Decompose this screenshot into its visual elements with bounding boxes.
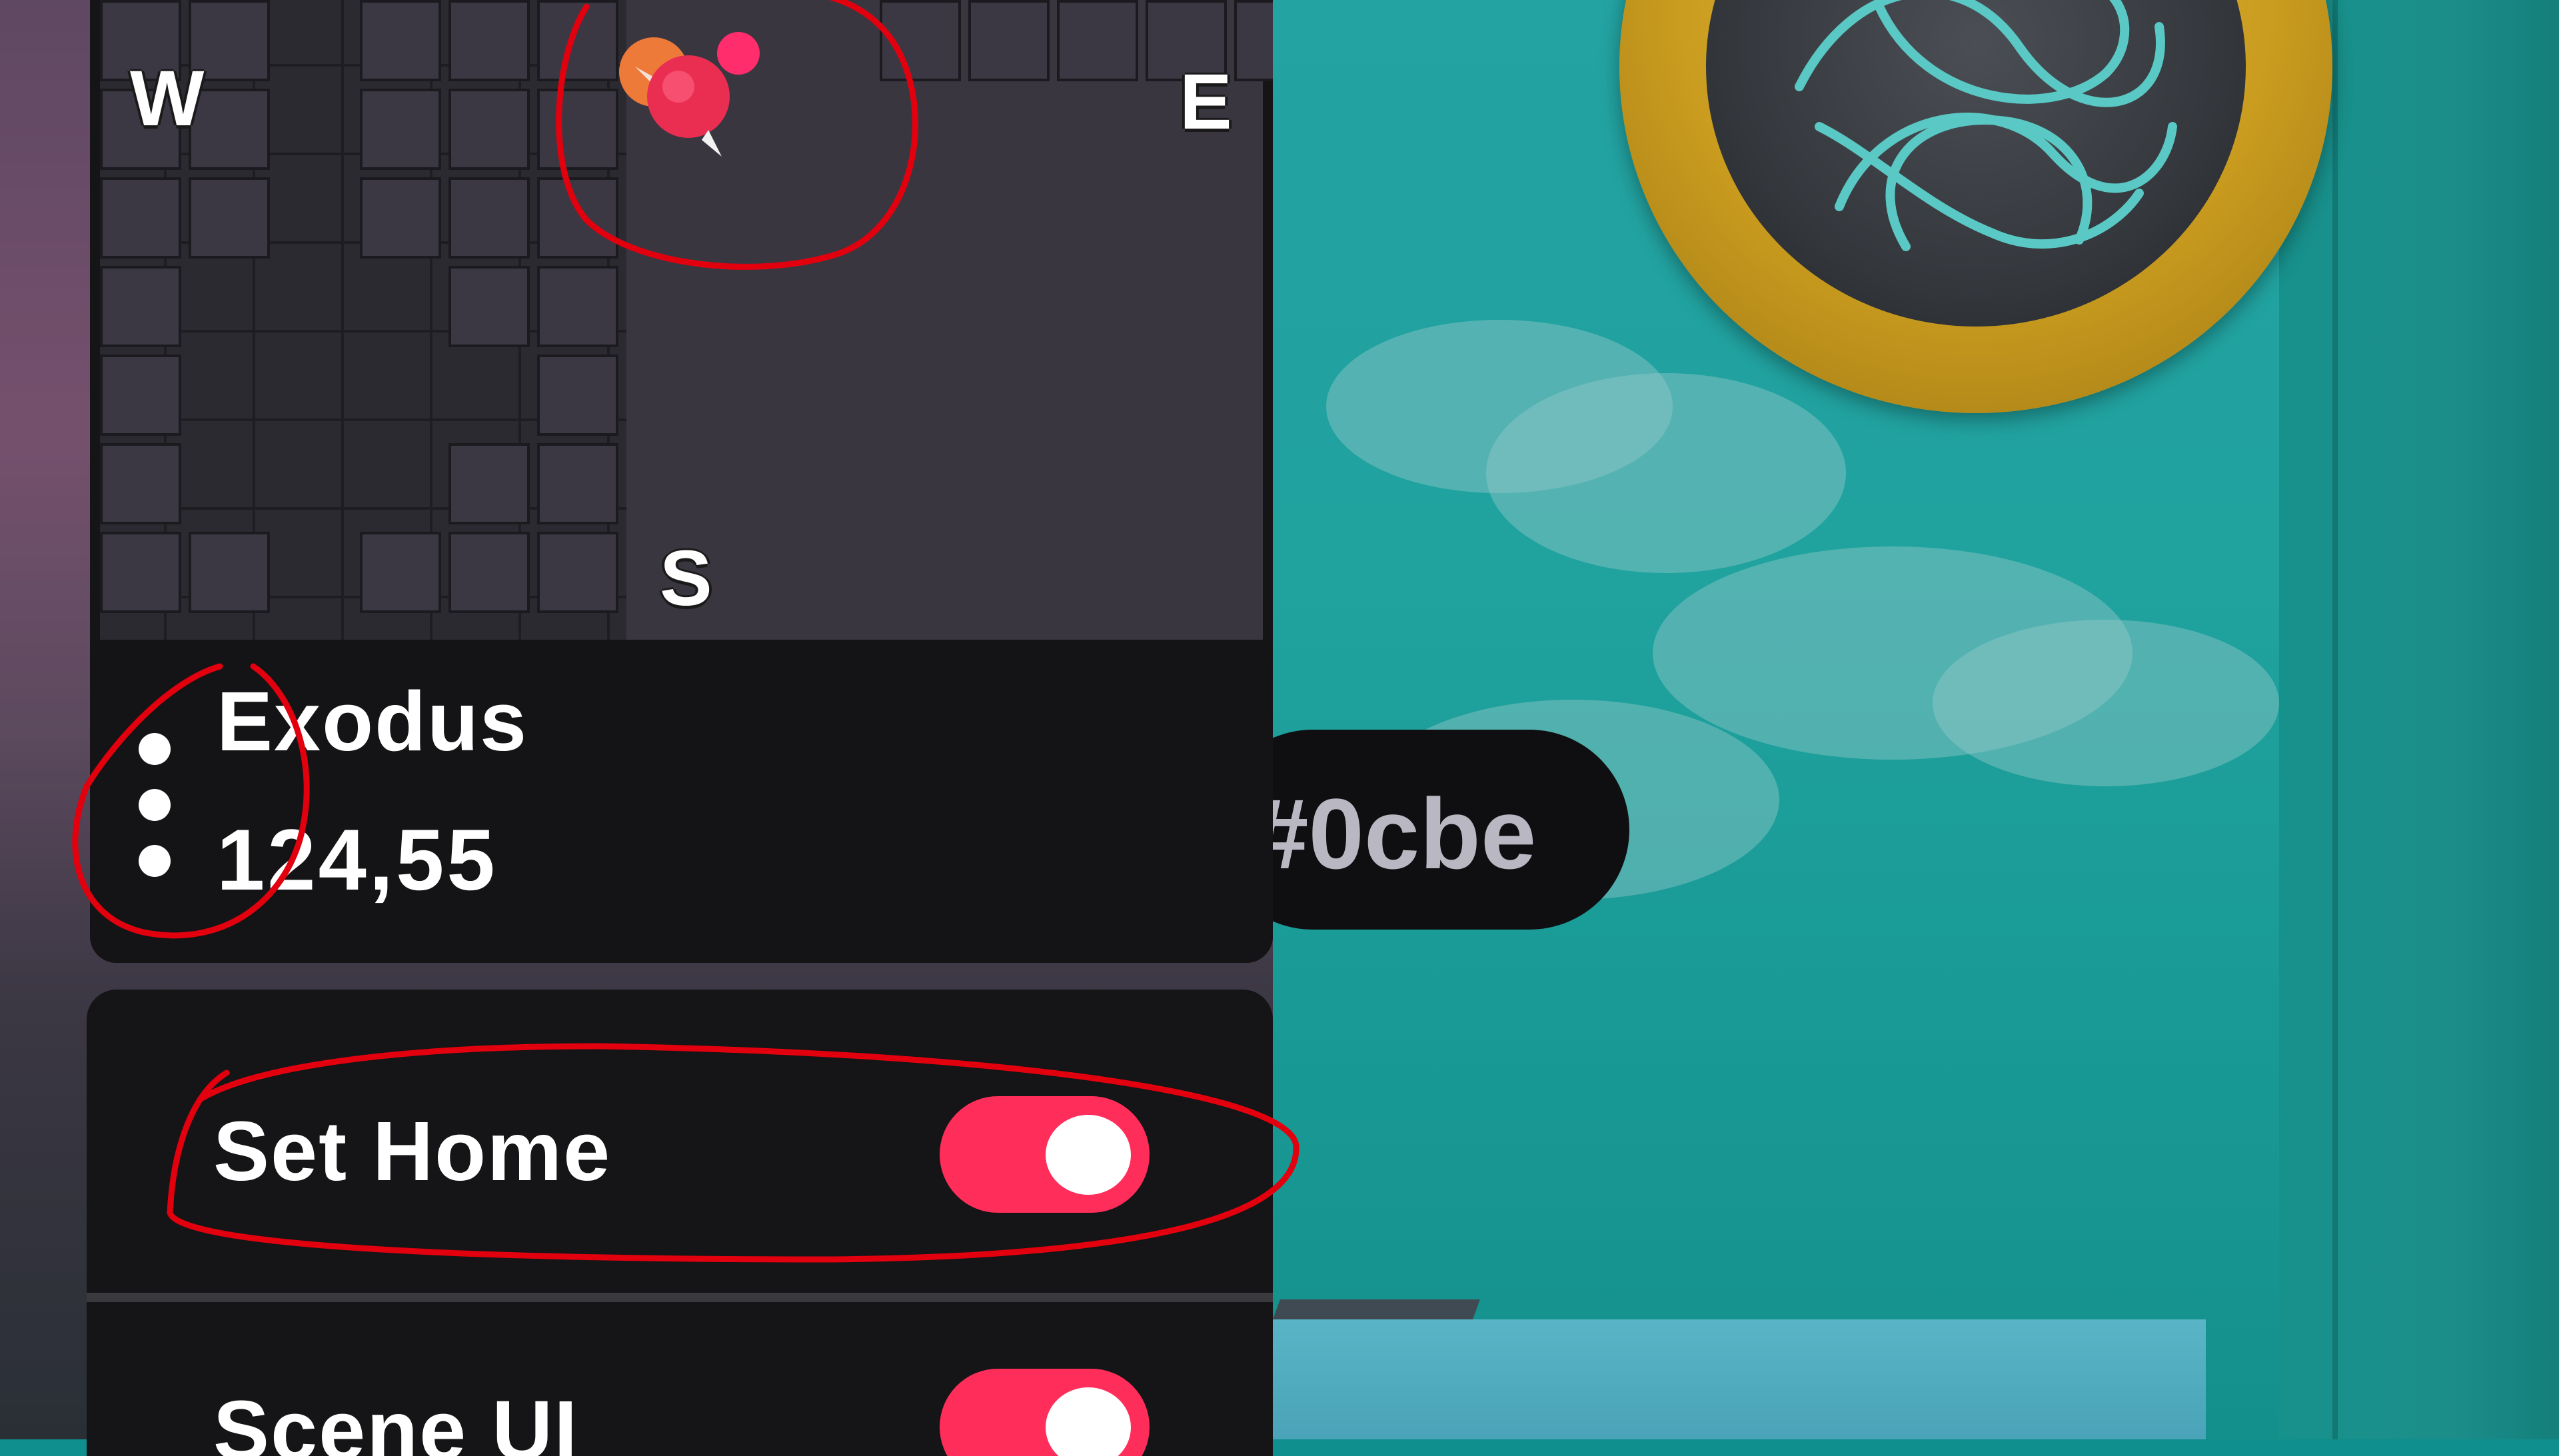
map-parcel [448,0,530,81]
settings-divider [87,1293,1273,1302]
setting-row-scene-ui[interactable]: Scene UI [87,1302,1273,1456]
map-parcel [100,532,181,613]
celtic-knot-icon [1795,0,2177,251]
more-vertical-icon[interactable] [133,733,173,880]
map-parcel [1234,0,1273,81]
setting-row-set-home[interactable]: Set Home [87,990,1273,1293]
map-parcel [189,177,270,259]
map-parcel [100,177,181,259]
map-parcel [537,355,618,436]
compass-west-label: W [130,55,205,143]
set-home-toggle[interactable] [940,1096,1150,1213]
toggle-knob [1046,1387,1131,1456]
settings-panel: Set Home Scene UI [87,990,1273,1456]
setting-label: Scene UI [213,1383,579,1456]
stone-pillar [2279,0,2559,1439]
toggle-knob [1046,1115,1131,1195]
map-parcel [880,0,961,81]
map-parcel [100,355,181,436]
map-parcel [537,266,618,347]
cloud [1933,620,2279,786]
map-parcel [448,89,530,170]
compass-south-label: S [660,534,712,622]
ground-water [1273,1319,2206,1439]
medallion-face [1706,0,2246,327]
location-name: Exodus [217,674,528,768]
player-location-icon [619,32,760,157]
map-parcel [360,177,441,259]
map-parcel [189,532,270,613]
stone-pillar-edge [2332,0,2338,1439]
address-pill: #0cbe [1213,730,1629,930]
map-parcel [100,266,181,347]
minimap-view[interactable]: W E S [100,0,1273,640]
address-pill-text: #0cbe [1253,778,1537,890]
map-parcel [537,89,618,170]
map-parcel [100,443,181,524]
compass-east-label: E [1180,58,1232,146]
map-parcel [360,532,441,613]
scene-ui-toggle[interactable] [940,1369,1150,1456]
map-parcel [537,177,618,259]
location-coordinates: 124,55 [217,811,498,908]
map-parcel [448,177,530,259]
map-parcel [537,443,618,524]
cloud [1486,373,1846,573]
map-parcel [968,0,1050,81]
map-parcel [448,532,530,613]
map-parcel [448,266,530,347]
map-parcel [537,0,618,81]
setting-label: Set Home [213,1104,612,1198]
location-panel-base: Exodus 124,55 [90,674,1273,963]
map-parcel [360,0,441,81]
map-parcel [448,443,530,524]
map-parcel [537,532,618,613]
map-parcel [1057,0,1138,81]
map-parcel [360,89,441,170]
